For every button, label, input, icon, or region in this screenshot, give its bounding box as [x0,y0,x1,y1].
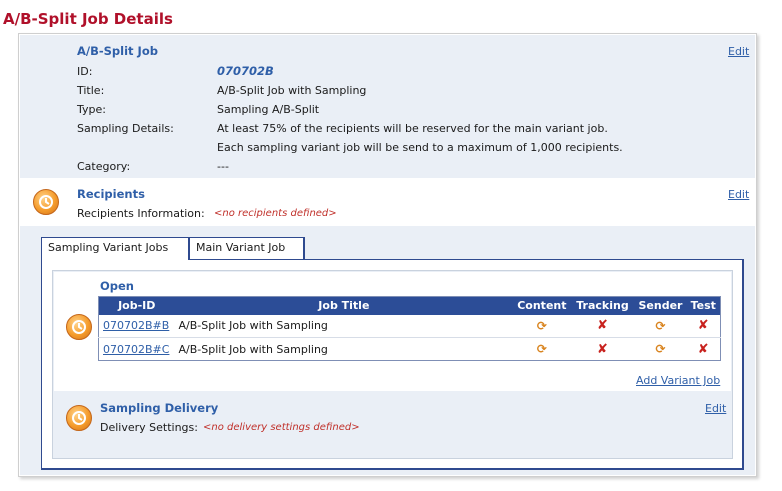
job-id-link[interactable]: 070702B#B [98,314,175,338]
delivery-status-icon [66,405,92,431]
delivery-settings-label: Delivery Settings: [100,421,198,434]
job-section: A/B-Split Job Edit ID: 070702B Title: A/… [20,35,755,178]
col-content: Content [513,296,571,315]
variant-jobs-box: Open Job-ID Job Title Content Tracking S… [52,270,733,459]
content-status[interactable]: ⟳ [513,314,571,338]
add-variant-job-link[interactable]: Add Variant Job [636,374,720,387]
sync-icon: ⟳ [655,318,666,333]
job-title-cell: A/B-Split Job with Sampling [174,314,514,338]
x-icon: ✘ [697,318,709,334]
delivery-section-title: Sampling Delivery [100,401,219,415]
title-value: A/B-Split Job with Sampling [217,84,367,97]
table-row: 070702B#C A/B-Split Job with Sampling ⟳ … [99,338,721,361]
job-section-title: A/B-Split Job [77,44,158,58]
id-value: 070702B [217,64,274,78]
col-job-title: Job Title [174,296,514,315]
col-tracking: Tracking [570,296,635,315]
details-frame: A/B-Split Job Edit ID: 070702B Title: A/… [18,33,757,477]
sender-status[interactable]: ⟳ [634,314,687,338]
type-value: Sampling A/B-Split [217,103,320,116]
tracking-status[interactable]: ✘ [571,338,635,361]
test-status[interactable]: ✘ [687,338,721,361]
sampling-details-label: Sampling Details: [77,122,174,135]
col-job-id: Job-ID [98,296,175,315]
job-edit-link[interactable]: Edit [728,45,749,58]
tabs-area: Sampling Variant Jobs Main Variant Job O… [20,226,755,475]
category-value: --- [217,160,229,173]
sampling-details-line2: Each sampling variant job will be send t… [217,141,623,154]
x-icon: ✘ [697,341,709,357]
sender-status[interactable]: ⟳ [635,338,687,361]
open-status-icon [66,314,92,340]
col-test: Test [686,296,721,315]
recipients-section-title: Recipients [77,187,145,201]
delivery-settings-value: <no delivery settings defined> [203,422,360,433]
tab-panel-sampling: Open Job-ID Job Title Content Tracking S… [41,259,744,470]
variant-jobs-table: Job-ID Job Title Content Tracking Sender… [98,296,721,361]
content-status[interactable]: ⟳ [513,338,570,361]
tab-main-variant-job[interactable]: Main Variant Job [188,237,305,259]
recipients-section: Recipients Edit Recipients Information: … [20,179,755,226]
sync-icon: ⟳ [655,342,666,356]
sampling-details-line1: At least 75% of the recipients will be r… [217,122,608,135]
recipients-info-label: Recipients Information: [77,207,205,220]
recipients-edit-link[interactable]: Edit [728,188,749,201]
tab-sampling-variant-jobs[interactable]: Sampling Variant Jobs [41,237,188,260]
table-header-row: Job-ID Job Title Content Tracking Sender… [98,296,721,315]
x-icon: ✘ [597,318,608,334]
open-jobs-block: Open Job-ID Job Title Content Tracking S… [54,272,731,391]
table-row: 070702B#B A/B-Split Job with Sampling ⟳ … [98,314,721,338]
category-label: Category: [77,160,131,173]
recipients-status-icon [33,189,59,215]
id-label: ID: [77,65,93,78]
job-title-cell: A/B-Split Job with Sampling [178,342,328,356]
col-sender: Sender [634,296,687,315]
sync-icon: ⟳ [536,318,547,333]
open-title: Open [100,279,134,293]
tracking-status[interactable]: ✘ [570,314,635,338]
sync-icon: ⟳ [536,342,547,356]
page-title: A/B-Split Job Details [3,10,173,28]
delivery-edit-link[interactable]: Edit [705,402,726,415]
test-status[interactable]: ✘ [686,314,721,338]
job-id-link[interactable]: 070702B#C [99,338,175,361]
recipients-info-value: <no recipients defined> [214,208,337,219]
x-icon: ✘ [597,341,608,357]
type-label: Type: [77,103,106,116]
title-label: Title: [77,84,105,97]
